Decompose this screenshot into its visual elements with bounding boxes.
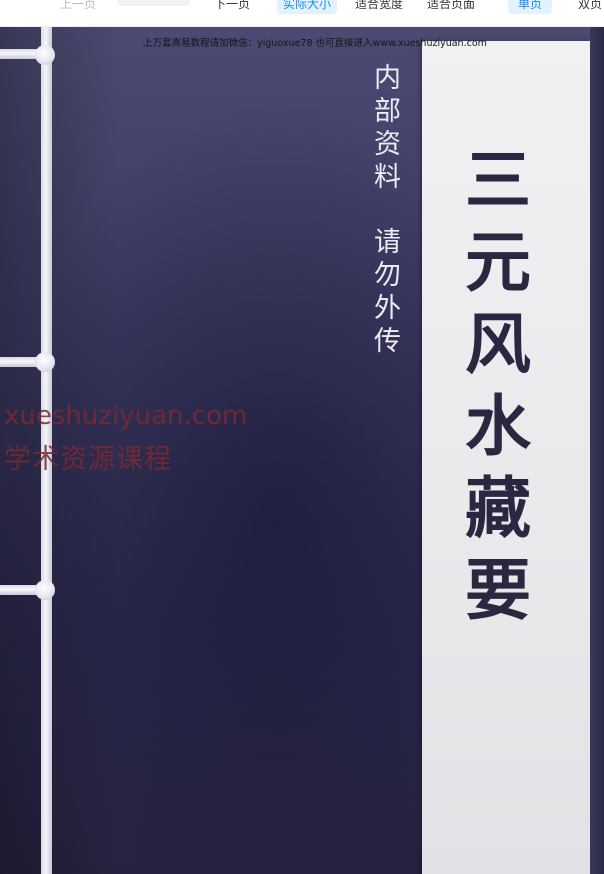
internal-material-text: 内部资料	[369, 63, 400, 195]
cover-right-edge	[590, 27, 604, 874]
double-page-button[interactable]: 双页	[578, 0, 602, 14]
single-page-button[interactable]: 单页	[508, 0, 553, 14]
binding-stitch	[35, 352, 55, 372]
prev-page-button[interactable]: 上一页	[60, 0, 96, 14]
binding-stitch	[35, 580, 55, 600]
document-page[interactable]: 三元风水藏要 内部资料 请勿外传 上万套高易数程请加微信：yiguoxue78 …	[0, 27, 604, 874]
book-title: 三元风水藏要	[454, 145, 532, 637]
fit-page-button[interactable]: 适合页面	[427, 0, 475, 14]
fit-width-button[interactable]: 适合宽度	[355, 0, 403, 14]
page-number-input[interactable]	[118, 0, 190, 6]
actual-size-button[interactable]: 实际大小	[277, 0, 338, 14]
watermark-text: 学术资源课程	[4, 444, 172, 475]
contact-notice: 上万套高易数程请加微信：yiguoxue78 也可直接进入www.xueshuz…	[143, 38, 487, 49]
watermark-url: xueshuziyuan.com	[4, 401, 248, 431]
viewer-toolbar: 上一页 下一页 实际大小 适合宽度 适合页面 单页 双页	[0, 0, 604, 27]
next-page-button[interactable]: 下一页	[214, 0, 250, 14]
do-not-distribute-text: 请勿外传	[369, 227, 400, 359]
